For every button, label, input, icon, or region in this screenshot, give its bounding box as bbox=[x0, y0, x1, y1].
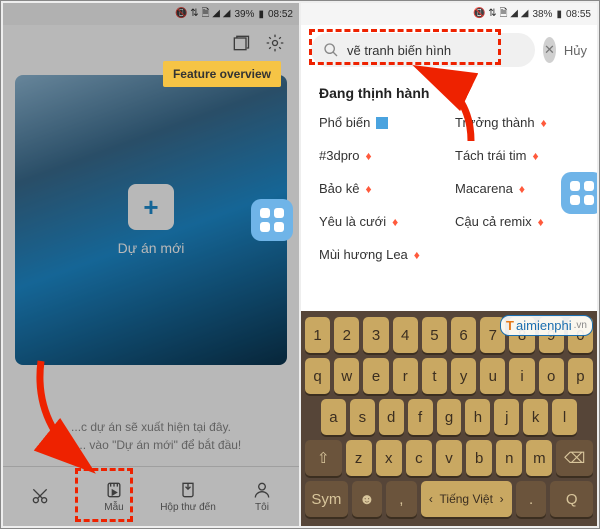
key-h[interactable]: h bbox=[465, 399, 490, 435]
key-y[interactable]: y bbox=[451, 358, 476, 394]
hint-line1: ...c dự án sẽ xuất hiện tại đây. bbox=[23, 418, 279, 436]
box-icon bbox=[376, 117, 388, 129]
status-bar: 📵 ⇅ 🗎 ◢ ◢ 39% ▮ 08:52 bbox=[3, 3, 299, 25]
key-c[interactable]: c bbox=[406, 440, 432, 476]
key-r[interactable]: r bbox=[393, 358, 418, 394]
key-j[interactable]: j bbox=[494, 399, 519, 435]
key-n[interactable]: n bbox=[496, 440, 522, 476]
flame-icon: ♦ bbox=[533, 149, 539, 163]
key-v[interactable]: v bbox=[436, 440, 462, 476]
key-k[interactable]: k bbox=[523, 399, 548, 435]
flame-icon: ♦ bbox=[538, 215, 544, 229]
key-sym[interactable]: Sym bbox=[305, 481, 348, 517]
nav-inbox[interactable]: Hộp thư đến bbox=[151, 467, 225, 526]
key-l[interactable]: l bbox=[552, 399, 577, 435]
status-time: 08:52 bbox=[268, 9, 293, 20]
watermark: Taimienphi.vn bbox=[500, 315, 593, 336]
key-s[interactable]: s bbox=[350, 399, 375, 435]
flame-icon: ♦ bbox=[365, 149, 371, 163]
key-emoji[interactable]: ☻ bbox=[352, 481, 382, 517]
tag-item[interactable]: Bảo kê♦ bbox=[319, 181, 443, 196]
grid-fab[interactable] bbox=[561, 172, 597, 214]
key-3[interactable]: 3 bbox=[363, 317, 388, 353]
nav-template[interactable]: Mẫu bbox=[77, 467, 151, 526]
key-1[interactable]: 1 bbox=[305, 317, 330, 353]
key-shift[interactable]: ⇧ bbox=[305, 440, 342, 476]
tag-item[interactable]: Trưởng thành♦ bbox=[455, 115, 579, 130]
empty-hint: ...c dự án sẽ xuất hiện tại đây. Nh... v… bbox=[3, 406, 299, 466]
search-icon bbox=[323, 42, 339, 58]
battery-pct: 39% bbox=[234, 9, 254, 20]
clear-button[interactable]: ✕ bbox=[543, 37, 556, 63]
top-bar bbox=[3, 25, 299, 65]
phone-left: 📵 ⇅ 🗎 ◢ ◢ 39% ▮ 08:52 Feature overview +… bbox=[3, 3, 299, 526]
plus-icon: + bbox=[128, 184, 174, 230]
key-dot[interactable]: . bbox=[516, 481, 546, 517]
cancel-button[interactable]: Hủy bbox=[564, 43, 587, 58]
key-p[interactable]: p bbox=[568, 358, 593, 394]
nav-inbox-label: Hộp thư đến bbox=[160, 502, 216, 513]
key-m[interactable]: m bbox=[526, 440, 552, 476]
key-enter[interactable]: Q bbox=[550, 481, 593, 517]
key-b[interactable]: b bbox=[466, 440, 492, 476]
bottom-nav: Mẫu Hộp thư đến Tôi bbox=[3, 466, 299, 526]
tag-item[interactable]: Tách trái tim♦ bbox=[455, 148, 579, 163]
key-4[interactable]: 4 bbox=[393, 317, 418, 353]
status-icons: 📵 ⇅ 🗎 ◢ ◢ bbox=[175, 6, 230, 23]
key-a[interactable]: a bbox=[321, 399, 346, 435]
key-space[interactable]: ‹ Tiếng Việt › bbox=[421, 481, 512, 517]
status-icons: 📵 ⇅ 🗎 ◢ ◢ bbox=[473, 6, 528, 23]
key-backspace[interactable]: ⌫ bbox=[556, 440, 593, 476]
flame-icon: ♦ bbox=[365, 182, 371, 196]
key-t[interactable]: t bbox=[422, 358, 447, 394]
key-q[interactable]: q bbox=[305, 358, 330, 394]
key-g[interactable]: g bbox=[437, 399, 462, 435]
flame-icon: ♦ bbox=[392, 215, 398, 229]
nav-me-label: Tôi bbox=[255, 502, 269, 513]
key-w[interactable]: w bbox=[334, 358, 359, 394]
tag-item[interactable]: Mùi hương Lea♦ bbox=[319, 247, 443, 262]
key-o[interactable]: o bbox=[539, 358, 564, 394]
key-f[interactable]: f bbox=[408, 399, 433, 435]
search-row: ✕ Hủy bbox=[301, 25, 597, 75]
hint-line2: Nh... vào "Dự án mới" để bắt đầu! bbox=[23, 436, 279, 454]
nav-template-label: Mẫu bbox=[104, 502, 123, 513]
keyboard: 1234567890 qwertyuiop asdfghjkl ⇧zxcvbnm… bbox=[301, 311, 597, 526]
key-u[interactable]: u bbox=[480, 358, 505, 394]
gear-icon[interactable] bbox=[265, 33, 285, 58]
key-z[interactable]: z bbox=[346, 440, 372, 476]
trending-header: Đang thịnh hành bbox=[319, 85, 579, 101]
flame-icon: ♦ bbox=[414, 248, 420, 262]
key-x[interactable]: x bbox=[376, 440, 402, 476]
tag-item[interactable]: Phổ biến bbox=[319, 115, 443, 130]
flame-icon: ♦ bbox=[519, 182, 525, 196]
nav-me[interactable]: Tôi bbox=[225, 467, 299, 526]
box-icon[interactable] bbox=[231, 33, 251, 58]
key-comma[interactable]: , bbox=[386, 481, 416, 517]
status-bar: 📵 ⇅ 🗎 ◢ ◢ 38% ▮ 08:55 bbox=[301, 3, 597, 25]
phone-right: 📵 ⇅ 🗎 ◢ ◢ 38% ▮ 08:55 ✕ Hủy Đang thịnh h… bbox=[301, 3, 597, 526]
tag-item[interactable]: Cậu cả remix♦ bbox=[455, 214, 579, 229]
grid-fab[interactable] bbox=[251, 199, 293, 241]
trending-section: Đang thịnh hành Phổ biến Trưởng thành♦ #… bbox=[301, 75, 597, 311]
feature-tooltip: Feature overview bbox=[163, 61, 281, 87]
nav-cut[interactable] bbox=[3, 467, 77, 526]
key-5[interactable]: 5 bbox=[422, 317, 447, 353]
key-6[interactable]: 6 bbox=[451, 317, 476, 353]
key-2[interactable]: 2 bbox=[334, 317, 359, 353]
status-time: 08:55 bbox=[566, 9, 591, 20]
new-project-label: Dự án mới bbox=[118, 240, 185, 256]
key-d[interactable]: d bbox=[379, 399, 404, 435]
flame-icon: ♦ bbox=[541, 116, 547, 130]
search-field[interactable] bbox=[311, 33, 535, 67]
tag-item[interactable]: Yêu là cưới♦ bbox=[319, 214, 443, 229]
key-i[interactable]: i bbox=[509, 358, 534, 394]
key-e[interactable]: e bbox=[363, 358, 388, 394]
tag-item[interactable]: #3dpro♦ bbox=[319, 148, 443, 163]
new-project-card[interactable]: + Dự án mới bbox=[15, 75, 287, 365]
search-input[interactable] bbox=[347, 43, 523, 58]
battery-pct: 38% bbox=[532, 9, 552, 20]
